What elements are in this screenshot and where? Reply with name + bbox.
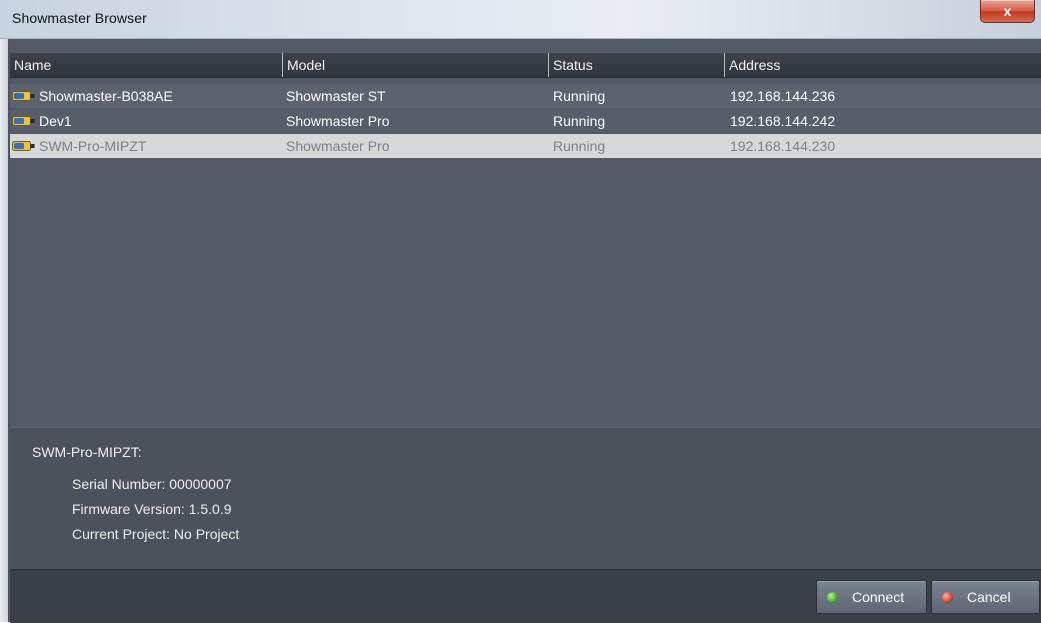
- close-icon: x: [1003, 3, 1012, 19]
- detail-current-project: Current Project: No Project: [72, 526, 240, 542]
- detail-serial-number: Serial Number: 00000007: [72, 476, 232, 492]
- red-led-icon: [942, 591, 953, 603]
- column-header-name[interactable]: Name: [10, 53, 282, 77]
- window-border: [0, 39, 8, 622]
- row-name-cell: Showmaster-B038AE: [12, 84, 173, 108]
- column-header-address[interactable]: Address: [724, 53, 1041, 77]
- row-name-cell: SWM-Pro-MIPZT: [12, 134, 146, 158]
- detail-device-name: SWM-Pro-MIPZT:: [32, 444, 142, 460]
- showmaster-browser-window: Showmaster Browser x Name Model Status A…: [0, 0, 1041, 623]
- column-header-model[interactable]: Model: [282, 53, 548, 77]
- connect-label: Connect: [852, 589, 905, 605]
- device-model: Showmaster ST: [286, 88, 386, 104]
- button-bar: Connect Cancel: [10, 569, 1041, 623]
- row-name-cell: Dev1: [12, 109, 72, 133]
- device-detail-panel: SWM-Pro-MIPZT: Serial Number: 00000007 F…: [10, 427, 1041, 570]
- device-status: Running: [553, 88, 606, 104]
- device-list: Name Model Status Address Showmaster-B03…: [10, 39, 1041, 427]
- column-header-status[interactable]: Status: [548, 53, 724, 77]
- cancel-button[interactable]: Cancel: [931, 580, 1040, 614]
- title-bar[interactable]: Showmaster Browser x: [0, 0, 1041, 39]
- table-header: Name Model Status Address: [10, 53, 1041, 78]
- device-address: 192.168.144.230: [730, 138, 836, 154]
- table-row[interactable]: Dev1 Showmaster Pro Running 192.168.144.…: [10, 109, 1041, 133]
- detail-firmware-version: Firmware Version: 1.5.0.9: [72, 501, 232, 517]
- device-status: Running: [553, 113, 606, 129]
- device-name: Dev1: [39, 113, 72, 129]
- device-address: 192.168.144.242: [730, 113, 836, 129]
- device-icon: [12, 91, 35, 101]
- close-button[interactable]: x: [980, 0, 1035, 23]
- device-name: Showmaster-B038AE: [39, 88, 173, 104]
- table-row[interactable]: Showmaster-B038AE Showmaster ST Running …: [10, 84, 1041, 108]
- device-icon: [12, 116, 35, 126]
- cancel-label: Cancel: [967, 589, 1011, 605]
- device-model: Showmaster Pro: [286, 113, 390, 129]
- dialog-body: Name Model Status Address Showmaster-B03…: [8, 39, 1041, 623]
- connect-button[interactable]: Connect: [816, 580, 927, 614]
- device-address: 192.168.144.236: [730, 88, 836, 104]
- table-row-selected[interactable]: SWM-Pro-MIPZT Showmaster Pro Running 192…: [10, 134, 1041, 158]
- window-title: Showmaster Browser: [12, 10, 147, 26]
- device-icon: [12, 141, 35, 151]
- device-model: Showmaster Pro: [286, 138, 390, 154]
- device-status: Running: [553, 138, 606, 154]
- green-led-icon: [827, 591, 838, 603]
- device-name: SWM-Pro-MIPZT: [39, 138, 147, 154]
